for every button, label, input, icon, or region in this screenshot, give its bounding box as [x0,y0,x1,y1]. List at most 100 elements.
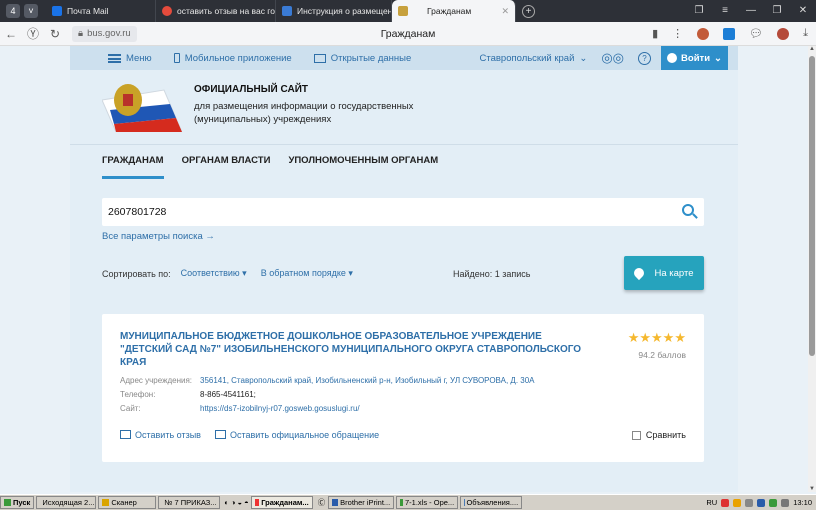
reload-icon[interactable]: ↻ [44,27,66,41]
compare-checkbox[interactable]: Сравнить [631,430,686,440]
accessibility-glasses-icon[interactable]: ◎◎ [601,50,624,66]
user-icon [667,53,678,63]
map-button[interactable]: На карте [624,256,704,290]
chevron-down-icon[interactable]: ˅ [24,4,38,18]
institution-name-link[interactable]: МУНИЦИПАЛЬНОЕ БЮДЖЕТНОЕ ДОШКОЛЬНОЕ ОБРАЗ… [120,330,590,369]
extension-icon[interactable] [697,27,710,40]
taskbar-item[interactable]: Сканер [98,496,157,509]
tab-citizens[interactable]: ГРАЖДАНАМ [102,145,164,179]
official-appeal-link[interactable]: Оставить официальное обращение [214,430,380,440]
scroll-thumb[interactable] [809,56,815,356]
bookmark-icon[interactable]: ▮ [652,27,658,40]
chat-icon[interactable]: 💬︎ [749,27,763,40]
taskbar-item-active[interactable]: Гражданам... [250,496,313,509]
yandex-mark-icon[interactable] [723,27,736,40]
edit-icon [214,430,226,439]
taskbar-item-label: № 7 ПРИКАЗ... [164,498,217,507]
map-pin-icon [632,265,647,281]
taskbar-item[interactable]: Исходящая 2... [36,496,97,509]
profile-icon[interactable] [777,27,790,40]
volume-icon[interactable] [781,498,790,507]
hamburger-icon [108,53,121,63]
login-button[interactable]: Войти ⌄ [661,46,728,70]
tray-icon[interactable] [733,498,742,507]
found-count: Найдено: 1 запись [453,268,531,279]
start-button[interactable]: Пуск [0,496,35,509]
tab-label: оставить отзыв на вас гос [177,6,276,16]
tab-grazhdanam[interactable]: Гражданам ✕ [392,0,516,22]
close-icon[interactable]: ✕ [501,6,509,17]
download-icon[interactable]: ⤓ [803,27,808,40]
browser-tab-strip: 4 ˅ Почта Mail оставить отзыв на вас гос… [0,0,816,22]
scroll-down-icon[interactable]: ▼ [808,486,816,492]
start-label: Пуск [13,498,31,507]
all-search-params-link[interactable]: Все параметры поиска → [102,231,215,242]
taskbar-item[interactable]: 7-1.xls - Ope... [396,496,459,509]
site-header: ОФИЦИАЛЬНЫЙ САЙТ для размещения информац… [70,70,738,144]
phone-icon [173,53,180,63]
tab-label: Инструкция о размещени [297,6,392,16]
tab-instruction[interactable]: Инструкция о размещени [276,0,392,22]
region-selector[interactable]: Ставропольский край ⌄ [479,53,587,64]
tab-authorities[interactable]: ОРГАНАМ ВЛАСТИ [182,145,271,179]
review-label: Оставить отзыв [135,430,201,440]
sort-by-dropdown[interactable]: Соответствию ▾ [181,268,247,279]
tray-icon[interactable] [745,498,754,507]
close-icon[interactable]: ✕ [790,0,816,22]
lock-icon: 🔒︎ [78,28,84,39]
tab-review[interactable]: оставить отзыв на вас гос [156,0,276,22]
checkbox-icon [631,430,641,440]
search-icon[interactable] [682,204,694,216]
comment-icon [120,430,131,439]
search-input[interactable]: 2607801728 [102,198,704,226]
tab-mail[interactable]: Почта Mail [46,0,156,22]
tray-icon[interactable] [757,498,766,507]
coat-of-arms-logo[interactable] [102,80,182,132]
menu-icon[interactable]: ≡ [712,0,738,22]
open-data-link[interactable]: Открытые данные [313,53,411,64]
mobile-app-link[interactable]: Мобильное приложение [173,53,292,64]
quicklaunch-icons[interactable]: ◐ ◑ ◒ ◓ [224,498,248,507]
more-icon[interactable]: ⋮ [672,27,683,40]
tab-authorized-bodies[interactable]: УПОЛНОМОЧЕННЫМ ОРГАНАМ [288,145,438,179]
tab-counter[interactable]: 4 [6,4,20,18]
restore-icon[interactable]: ❐ [764,0,790,22]
language-indicator[interactable]: RU [706,498,717,507]
map-button-label: На карте [654,267,694,279]
yandex-logo-icon[interactable]: Ⓨ [22,25,44,42]
yandex-icon [162,6,172,16]
help-icon[interactable]: ? [638,51,652,65]
sort-order-dropdown[interactable]: В обратном порядке ▾ [261,268,353,279]
menu-button[interactable]: Меню [108,53,152,64]
emblem-icon [398,6,408,16]
minimize-icon[interactable]: — [738,0,764,22]
appeal-label: Оставить официальное обращение [229,430,380,440]
sort-row: Сортировать по: Соответствию ▾ В обратно… [102,268,704,279]
page-scrollbar[interactable]: ▲ ▼ [808,46,816,492]
address-bar: ← Ⓨ ↻ 🔒︎ bus.gov.ru Гражданам ▮ ⋮ 💬︎ ⤓ [0,22,816,46]
tab-label: Почта Mail [67,6,109,16]
url-field[interactable]: 🔒︎ bus.gov.ru [72,25,137,42]
system-tray: RU 13:10 [706,498,816,507]
sort-label: Сортировать по: [102,268,171,279]
c-icon[interactable]: Ⓒ [318,497,326,508]
back-arrow-icon[interactable]: ← [0,27,22,41]
site-link[interactable]: https://ds7-izobilnyj-r07.gosweb.gosuslu… [200,402,360,416]
menu-label: Меню [126,52,152,64]
rating-stars: ★★★★★ [627,330,686,345]
scroll-up-icon[interactable]: ▲ [808,46,816,52]
chevron-down-icon: ⌄ [579,52,588,64]
tray-icon[interactable] [769,498,778,507]
phone-label: Телефон: [120,390,156,399]
printer-icon [332,499,339,506]
taskbar-item[interactable]: Объявления.... [460,496,523,509]
leave-review-link[interactable]: Оставить отзыв [120,430,201,440]
mail-icon [52,6,62,16]
top-menu: Меню Мобильное приложение Открытые данны… [70,46,738,70]
taskbar-item[interactable]: № 7 ПРИКАЗ... [158,496,221,509]
tray-icon[interactable] [721,498,730,507]
new-tab-button[interactable]: + [522,4,535,18]
tabs-icon[interactable]: ❐ [686,0,712,22]
taskbar-item-label: Brother iPrint... [340,498,391,507]
taskbar-item[interactable]: Brother iPrint... [328,496,395,509]
